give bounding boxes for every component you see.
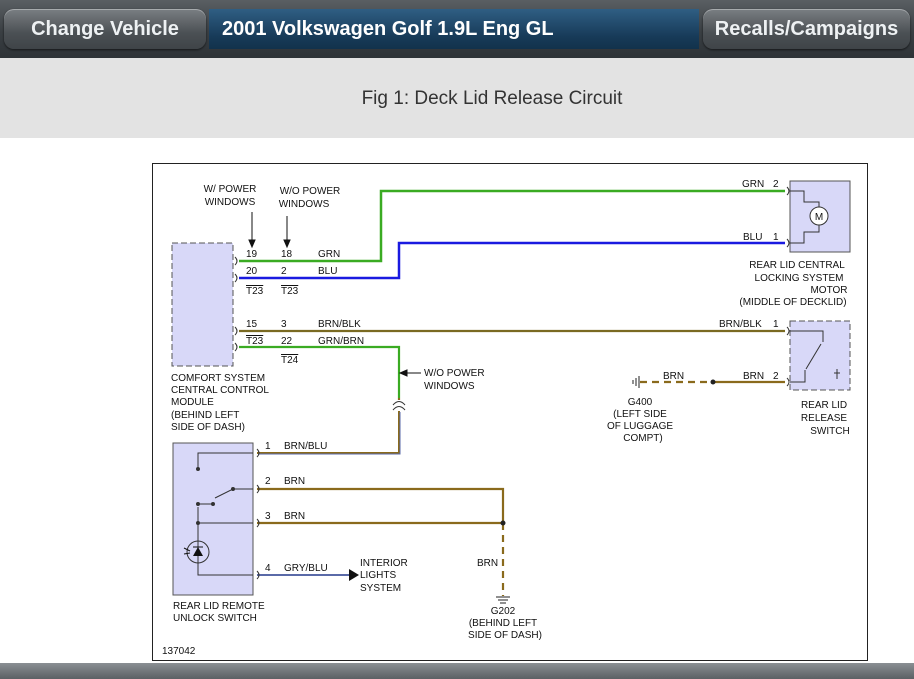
wire-label-brn-g400: BRN (663, 371, 684, 382)
motor-symbol: M (815, 212, 823, 223)
wire-label-blu-motor: BLU (743, 232, 762, 243)
windows-arrows (248, 212, 291, 249)
pin-22: 22 (281, 336, 293, 347)
g400-label-1: G400 (628, 397, 653, 408)
change-vehicle-button[interactable]: Change Vehicle (4, 9, 206, 49)
module-label-4: (BEHIND LEFT (171, 410, 239, 421)
pin-15: 15 (246, 319, 258, 330)
wire-label-brn-blk-sw: BRN/BLK (719, 319, 762, 330)
switch-pin-2: 2 (773, 371, 779, 382)
g202-label-1: G202 (491, 606, 516, 617)
motor-pin-1: 1 (773, 232, 779, 243)
conn-t24: T24 (281, 355, 299, 366)
ground-g202-symbol (496, 596, 510, 604)
rear-lid-remote-switch-box (172, 442, 254, 596)
wire-label-blu: BLU (318, 266, 337, 277)
motor-label-1: REAR LID CENTRAL (749, 260, 845, 271)
ground-g400-symbol (632, 376, 640, 388)
interior-lights-label-1: INTERIOR (360, 558, 408, 569)
label-windows-c: WINDOWS (424, 381, 475, 392)
interior-lights-label-2: LIGHTS (360, 570, 396, 581)
label-w-power: W/ POWER (204, 184, 257, 195)
wire-brn-blu (257, 411, 400, 454)
motor-label-3: MOTOR (810, 285, 847, 296)
g400-label-2: (LEFT SIDE (613, 409, 667, 420)
conn-t23-a: T23 (246, 286, 264, 297)
wiring-diagram-svg: M W/ POWER WINDOWS W/O POWER WINDOWS W/O… (162, 179, 851, 657)
figure-title-bar: Fig 1: Deck Lid Release Circuit (0, 58, 914, 138)
inline-connector (392, 401, 406, 411)
remote-pin-3: 3 (265, 511, 271, 522)
interior-lights-arrow (349, 569, 359, 581)
comfort-module-box (171, 242, 234, 367)
label-wo-power: W/O POWER (280, 186, 341, 197)
label-windows-a: WINDOWS (205, 197, 256, 208)
wire-label-brn-blu: BRN/BLU (284, 441, 327, 452)
g400-label-4: COMPT) (623, 433, 662, 444)
diagram-id: 137042 (162, 646, 196, 657)
wiring-diagram: M W/ POWER WINDOWS W/O POWER WINDOWS W/O… (152, 163, 868, 661)
wire-label-grn-motor: GRN (742, 179, 764, 190)
pin-18: 18 (281, 249, 293, 260)
remote-pin-2: 2 (265, 476, 271, 487)
release-switch-label-3: SWITCH (810, 426, 849, 437)
remote-switch-label-1: REAR LID REMOTE (173, 601, 265, 612)
remote-switch-label-2: UNLOCK SWITCH (173, 613, 257, 624)
wire-label-brn-2: BRN (284, 476, 305, 487)
wire-label-grn: GRN (318, 249, 340, 260)
release-switch-label-1: REAR LID (801, 400, 847, 411)
conn-t23-b: T23 (281, 286, 299, 297)
pin-20: 20 (246, 266, 258, 277)
switch-pin-1: 1 (773, 319, 779, 330)
pin-2: 2 (281, 266, 287, 277)
figure-title: Fig 1: Deck Lid Release Circuit (361, 88, 623, 109)
remote-pin-4: 4 (265, 563, 271, 574)
wire-label-brn-sw2: BRN (743, 371, 764, 382)
label-windows-b: WINDOWS (279, 199, 330, 210)
vehicle-title: 2001 Volkswagen Golf 1.9L Eng GL (209, 9, 699, 49)
recalls-campaigns-button[interactable]: Recalls/Campaigns (703, 9, 910, 49)
g202-label-2: (BEHIND LEFT (469, 618, 537, 629)
wire-label-brn-3: BRN (284, 511, 305, 522)
motor-label-4: (MIDDLE OF DECKLID) (739, 297, 846, 308)
module-label-2: CENTRAL CONTROL (171, 385, 269, 396)
pin-3: 3 (281, 319, 287, 330)
module-label-5: SIDE OF DASH) (171, 422, 245, 433)
wire-label-gry-blu: GRY/BLU (284, 563, 328, 574)
motor-pin-2: 2 (773, 179, 779, 190)
remote-pin-1: 1 (265, 441, 271, 452)
pin-19: 19 (246, 249, 258, 260)
wire-label-brn-blk: BRN/BLK (318, 319, 361, 330)
g202-label-3: SIDE OF DASH) (468, 630, 542, 641)
motor-label-2: LOCKING SYSTEM (755, 273, 844, 284)
release-switch-label-2: RELEASE (801, 413, 847, 424)
interior-lights-label-3: SYSTEM (360, 583, 401, 594)
wire-label-grn-brn: GRN/BRN (318, 336, 364, 347)
label-wo-power-2: W/O POWER (424, 368, 485, 379)
module-label-1: COMFORT SYSTEM (171, 373, 265, 384)
wire-label-brn-g202: BRN (477, 558, 498, 569)
top-navigation-bar: Change Vehicle 2001 Volkswagen Golf 1.9L… (0, 0, 914, 58)
g400-label-3: OF LUGGAGE (607, 421, 673, 432)
module-label-3: MODULE (171, 397, 214, 408)
conn-t23-c: T23 (246, 336, 264, 347)
bottom-bar (0, 663, 914, 679)
